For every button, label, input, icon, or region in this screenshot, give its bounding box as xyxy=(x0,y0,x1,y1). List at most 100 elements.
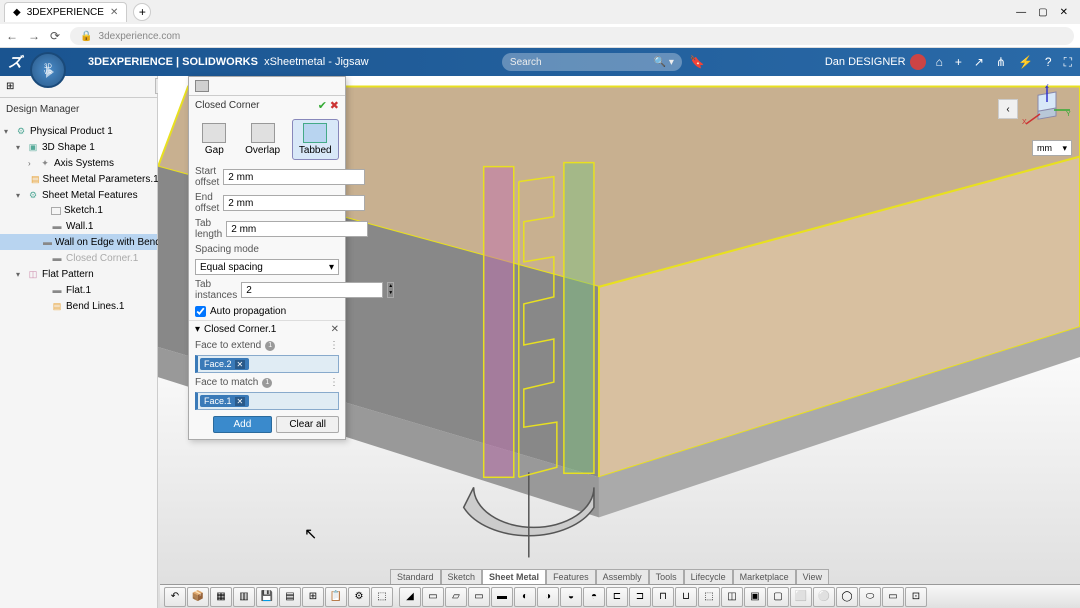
minimize-button[interactable]: — xyxy=(1016,7,1026,18)
home-icon[interactable]: ⌂ xyxy=(936,55,943,70)
toolbar-button-25[interactable]: ◫ xyxy=(721,587,743,607)
maximize-button[interactable]: ▢ xyxy=(1038,7,1047,18)
view-triad[interactable]: Z Y X xyxy=(1022,84,1072,134)
auto-propagation-check[interactable]: Auto propagation xyxy=(189,303,345,320)
browser-tab[interactable]: ◆ 3DEXPERIENCE ✕ xyxy=(4,2,127,22)
toolbar-button-27[interactable]: ▢ xyxy=(767,587,789,607)
bottom-tab-standard[interactable]: Standard xyxy=(390,569,441,584)
bottom-tab-marketplace[interactable]: Marketplace xyxy=(733,569,796,584)
bottom-tab-features[interactable]: Features xyxy=(546,569,596,584)
viewport-back-button[interactable]: ‹ xyxy=(998,99,1018,119)
toolbar-button-12[interactable]: ▭ xyxy=(422,587,444,607)
toolbar-button-29[interactable]: ⚪ xyxy=(813,587,835,607)
chip-remove-icon[interactable]: ✕ xyxy=(235,360,246,369)
corner-type-overlap[interactable]: Overlap xyxy=(238,119,287,160)
toolbar-button-17[interactable]: ◑ xyxy=(537,587,559,607)
tree-icon[interactable]: ⊞ xyxy=(6,81,14,92)
tree-toggle-icon[interactable]: ▾ xyxy=(16,270,24,279)
toolbar-button-28[interactable]: ⬜ xyxy=(790,587,812,607)
close-button[interactable]: ✕ xyxy=(1060,7,1068,18)
tree-item[interactable]: ▬Wall on Edge with Bend.1 xyxy=(0,234,157,250)
corner-type-tabbed[interactable]: Tabbed xyxy=(292,119,339,160)
tab-instances-spinner[interactable]: ▲▼ xyxy=(387,282,394,298)
forward-icon[interactable]: → xyxy=(28,29,40,43)
tree-item[interactable]: Sketch.1 xyxy=(0,203,157,218)
start-offset-input[interactable] xyxy=(223,169,365,185)
toolbar-button-9[interactable]: ⬚ xyxy=(371,587,393,607)
face-chip-extend[interactable]: Face.2 ✕ xyxy=(200,358,249,370)
help-icon[interactable]: ? xyxy=(1045,55,1052,70)
ok-button[interactable]: ✔ xyxy=(318,100,327,112)
tree-item[interactable]: ▤Sheet Metal Parameters.1 xyxy=(0,171,157,187)
toolbar-button-19[interactable]: ◓ xyxy=(583,587,605,607)
toolbar-button-20[interactable]: ⊏ xyxy=(606,587,628,607)
more-icon[interactable]: ⋮ xyxy=(329,340,339,351)
bottom-tab-view[interactable]: View xyxy=(796,569,829,584)
new-tab-button[interactable]: + xyxy=(133,3,151,21)
tree-toggle-icon[interactable]: ▾ xyxy=(16,143,24,152)
add-icon[interactable]: + xyxy=(955,55,962,70)
toolbar-button-3[interactable]: ▥ xyxy=(233,587,255,607)
face-chip-match[interactable]: Face.1 ✕ xyxy=(200,395,249,407)
address-bar[interactable]: 🔒 3dexperience.com xyxy=(70,27,1074,45)
tree-item[interactable]: ▬Flat.1 xyxy=(0,282,157,298)
tree-toggle-icon[interactable]: › xyxy=(28,159,36,168)
spacing-mode-select[interactable]: Equal spacing ▾ xyxy=(195,259,339,275)
info-icon[interactable]: 1 xyxy=(265,341,275,351)
face-match-selection[interactable]: Face.1 ✕ xyxy=(195,392,339,410)
toolbar-button-33[interactable]: ⊡ xyxy=(905,587,927,607)
end-offset-input[interactable] xyxy=(223,195,365,211)
toolbar-button-31[interactable]: ⬭ xyxy=(859,587,881,607)
cancel-button[interactable]: ✖ xyxy=(330,100,339,112)
toolbar-button-14[interactable]: ▭ xyxy=(468,587,490,607)
tree-item[interactable]: ▬Wall.1 xyxy=(0,218,157,234)
back-icon[interactable]: ← xyxy=(6,29,18,43)
tree-item[interactable]: ▤Bend Lines.1 xyxy=(0,298,157,314)
bottom-tab-assembly[interactable]: Assembly xyxy=(596,569,649,584)
toolbar-button-23[interactable]: ⊔ xyxy=(675,587,697,607)
tree-item[interactable]: ▬Closed Corner.1 xyxy=(0,250,157,266)
clear-all-button[interactable]: Clear all xyxy=(276,416,339,433)
toolbar-button-11[interactable]: ◢ xyxy=(399,587,421,607)
fullscreen-icon[interactable]: ⛶ xyxy=(1064,55,1072,70)
bottom-tab-sketch[interactable]: Sketch xyxy=(441,569,483,584)
chip-remove-icon[interactable]: ✕ xyxy=(235,397,246,406)
search-input[interactable]: Search 🔍 ▾ xyxy=(502,53,682,71)
tree-toggle-icon[interactable]: ▾ xyxy=(16,191,24,200)
tab-close-icon[interactable]: ✕ xyxy=(110,7,118,18)
toolbar-button-30[interactable]: ◯ xyxy=(836,587,858,607)
tag-icon[interactable]: 🔖 xyxy=(690,55,705,69)
toolbar-button-0[interactable]: ↶ xyxy=(164,587,186,607)
sub-feature-row[interactable]: ▾ Closed Corner.1 ✕ xyxy=(189,320,345,338)
tree-item[interactable]: ▾▣3D Shape 1 xyxy=(0,139,157,155)
toolbar-button-5[interactable]: ▤ xyxy=(279,587,301,607)
compass-icon[interactable]: 3DV,R xyxy=(30,52,66,88)
face-extend-selection[interactable]: Face.2 ✕ xyxy=(195,355,339,373)
tree-item[interactable]: ▾⚙Physical Product 1 xyxy=(0,123,157,139)
toolbar-button-6[interactable]: ⊞ xyxy=(302,587,324,607)
toolbar-button-16[interactable]: ◐ xyxy=(514,587,536,607)
tab-instances-input[interactable] xyxy=(241,282,383,298)
corner-type-gap[interactable]: Gap xyxy=(195,119,233,160)
flash-icon[interactable]: ⚡ xyxy=(1018,55,1033,70)
toolbar-button-22[interactable]: ⊓ xyxy=(652,587,674,607)
toolbar-button-18[interactable]: ◒ xyxy=(560,587,582,607)
toolbar-button-13[interactable]: ▱ xyxy=(445,587,467,607)
tree-item[interactable]: ›✦Axis Systems xyxy=(0,155,157,171)
info-icon[interactable]: 1 xyxy=(262,378,272,388)
toolbar-button-24[interactable]: ⬚ xyxy=(698,587,720,607)
tab-length-input[interactable] xyxy=(226,221,368,237)
toolbar-button-1[interactable]: 📦 xyxy=(187,587,209,607)
toolbar-button-15[interactable]: ▬ xyxy=(491,587,513,607)
toolbar-button-32[interactable]: ▭ xyxy=(882,587,904,607)
toolbar-button-8[interactable]: ⚙ xyxy=(348,587,370,607)
tree-item[interactable]: ▾◫Flat Pattern xyxy=(0,266,157,282)
toolbar-button-26[interactable]: ▣ xyxy=(744,587,766,607)
network-icon[interactable]: ⋔ xyxy=(996,55,1006,70)
bottom-tab-tools[interactable]: Tools xyxy=(649,569,684,584)
sub-close-icon[interactable]: ✕ xyxy=(331,324,339,335)
add-button[interactable]: Add xyxy=(213,416,273,433)
more-icon[interactable]: ⋮ xyxy=(329,377,339,388)
toolbar-button-4[interactable]: 💾 xyxy=(256,587,278,607)
unit-select[interactable]: mm ▾ xyxy=(1032,140,1072,156)
